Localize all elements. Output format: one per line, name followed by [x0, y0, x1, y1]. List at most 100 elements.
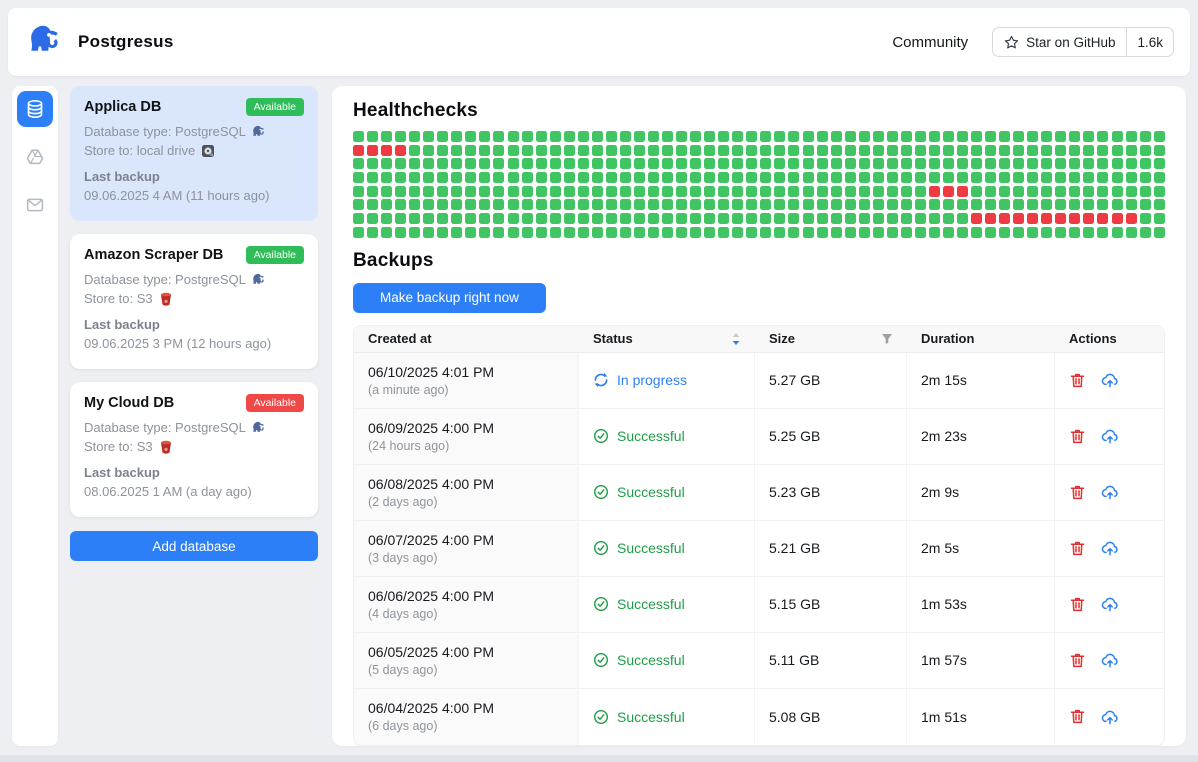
healthcheck-cell-ok [690, 227, 701, 238]
healthcheck-cell-ok [718, 213, 729, 224]
healthcheck-cell-ok [451, 172, 462, 183]
healthcheck-cell-ok [873, 213, 884, 224]
healthcheck-cell-ok [873, 186, 884, 197]
healthcheck-cell-ok [803, 158, 814, 169]
delete-backup-icon[interactable] [1069, 540, 1086, 557]
delete-backup-icon[interactable] [1069, 652, 1086, 669]
healthcheck-cell-ok [409, 145, 420, 156]
status-text: Successful [617, 428, 685, 444]
store-to-line: Store to: S3 [84, 439, 304, 454]
restore-backup-icon[interactable] [1101, 483, 1119, 501]
delete-backup-icon[interactable] [1069, 484, 1086, 501]
actions-cell [1055, 521, 1164, 576]
restore-backup-icon[interactable] [1101, 708, 1119, 726]
filter-icon[interactable] [881, 333, 893, 345]
healthcheck-cell-failed [381, 145, 392, 156]
delete-backup-icon[interactable] [1069, 596, 1086, 613]
healthcheck-cell-ok [859, 186, 870, 197]
healthcheck-cell-ok [845, 131, 856, 142]
sidebar-item-databases[interactable] [17, 91, 53, 127]
check-circle-icon [593, 540, 609, 556]
healthcheck-cell-ok [803, 172, 814, 183]
healthcheck-cell-ok [1126, 199, 1137, 210]
healthcheck-cell-ok [957, 227, 968, 238]
restore-backup-icon[interactable] [1101, 539, 1119, 557]
delete-backup-icon[interactable] [1069, 372, 1086, 389]
actions-cell [1055, 465, 1164, 520]
healthcheck-cell-ok [901, 145, 912, 156]
database-card[interactable]: Applica DBAvailableDatabase type: Postgr… [70, 86, 318, 221]
healthcheck-cell-ok [901, 131, 912, 142]
horizontal-scrollbar[interactable] [0, 755, 1198, 762]
healthcheck-cell-ok [634, 145, 645, 156]
healthcheck-cell-ok [873, 199, 884, 210]
restore-backup-icon[interactable] [1101, 371, 1119, 389]
healthcheck-cell-ok [859, 172, 870, 183]
column-header-duration: Duration [907, 326, 1055, 352]
healthcheck-cell-ok [564, 227, 575, 238]
healthcheck-cell-ok [451, 213, 462, 224]
healthcheck-cell-ok [676, 145, 687, 156]
healthcheck-cell-ok [690, 158, 701, 169]
healthcheck-cell-ok [985, 158, 996, 169]
sort-icon[interactable] [731, 332, 741, 346]
healthcheck-cell-ok [718, 227, 729, 238]
healthcheck-cell-ok [367, 131, 378, 142]
healthcheck-cell-ok [718, 131, 729, 142]
restore-backup-icon[interactable] [1101, 595, 1119, 613]
healthcheck-cell-failed [957, 186, 968, 197]
sidebar-item-storage[interactable] [17, 139, 53, 175]
healthcheck-cell-failed [1083, 213, 1094, 224]
healthcheck-cell-ok [550, 131, 561, 142]
healthcheck-cell-ok [578, 145, 589, 156]
community-link[interactable]: Community [892, 34, 968, 51]
backup-relative-time: (4 days ago) [368, 607, 437, 621]
backup-relative-time: (6 days ago) [368, 719, 437, 733]
size-cell: 5.11 GB [755, 633, 907, 688]
healthcheck-cell-ok [522, 213, 533, 224]
delete-backup-icon[interactable] [1069, 708, 1086, 725]
column-header-status[interactable]: Status [579, 326, 755, 352]
healthcheck-cell-ok [732, 131, 743, 142]
healthcheck-cell-ok [465, 172, 476, 183]
healthcheck-cell-ok [1027, 186, 1038, 197]
healthcheck-cell-ok [353, 227, 364, 238]
healthcheck-cell-ok [732, 199, 743, 210]
star-on-github-button[interactable]: Star on GitHub [993, 28, 1127, 56]
healthcheck-cell-ok [1140, 145, 1151, 156]
healthcheck-cell-ok [943, 158, 954, 169]
star-count[interactable]: 1.6k [1127, 28, 1173, 56]
add-database-button[interactable]: Add database [70, 531, 318, 561]
healthcheck-cell-ok [788, 199, 799, 210]
created-at-cell: 06/07/2025 4:00 PM(3 days ago) [354, 521, 579, 576]
size-cell: 5.23 GB [755, 465, 907, 520]
backup-date: 06/04/2025 4:00 PM [368, 700, 494, 716]
healthcheck-cell-ok [1140, 227, 1151, 238]
healthcheck-cell-ok [971, 158, 982, 169]
healthcheck-cell-ok [760, 186, 771, 197]
backup-row: 06/05/2025 4:00 PM(5 days ago)Successful… [354, 633, 1164, 689]
database-card[interactable]: Amazon Scraper DBAvailableDatabase type:… [70, 234, 318, 369]
make-backup-button[interactable]: Make backup right now [353, 283, 546, 313]
healthcheck-cell-ok [774, 213, 785, 224]
healthcheck-cell-ok [620, 131, 631, 142]
healthcheck-cell-ok [915, 227, 926, 238]
brand[interactable]: Postgresus [28, 21, 174, 64]
healthcheck-cell-ok [760, 227, 771, 238]
restore-backup-icon[interactable] [1101, 651, 1119, 669]
delete-backup-icon[interactable] [1069, 428, 1086, 445]
healthcheck-cell-ok [536, 213, 547, 224]
status-text: Successful [617, 596, 685, 612]
sidebar-item-notifications[interactable] [17, 187, 53, 223]
healthcheck-cell-ok [676, 227, 687, 238]
database-card[interactable]: My Cloud DBAvailableDatabase type: Postg… [70, 382, 318, 517]
restore-backup-icon[interactable] [1101, 427, 1119, 445]
status-cell: Successful [579, 689, 755, 745]
healthcheck-cell-ok [1013, 145, 1024, 156]
healthcheck-cell-ok [1154, 227, 1165, 238]
healthcheck-cell-ok [999, 227, 1010, 238]
healthcheck-cell-ok [1055, 227, 1066, 238]
healthcheck-cell-ok [479, 145, 490, 156]
healthcheck-cell-ok [943, 199, 954, 210]
actions-cell [1055, 577, 1164, 632]
